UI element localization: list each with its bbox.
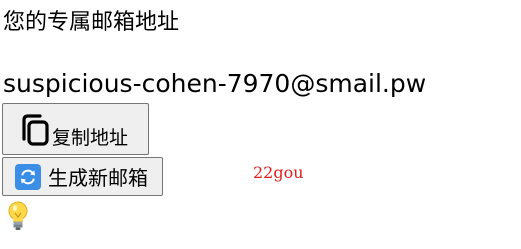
generate-new-email-label: 生成新邮箱 (48, 166, 148, 190)
copy-address-label: 复制地址 (52, 126, 129, 149)
page-title: 您的专属邮箱地址 (3, 10, 180, 35)
copy-address-button[interactable]: 复制地址 (2, 103, 149, 155)
copy-icon (22, 114, 49, 146)
watermark-text: 22gou (253, 163, 304, 182)
email-page: 您的专属邮箱地址 suspicious-cohen-7970@smail.pw … (0, 0, 521, 249)
generate-new-email-button[interactable]: 生成新邮箱 (2, 157, 163, 196)
refresh-icon (15, 163, 41, 190)
email-address: suspicious-cohen-7970@smail.pw (3, 69, 427, 98)
lightbulb-icon (8, 201, 28, 230)
